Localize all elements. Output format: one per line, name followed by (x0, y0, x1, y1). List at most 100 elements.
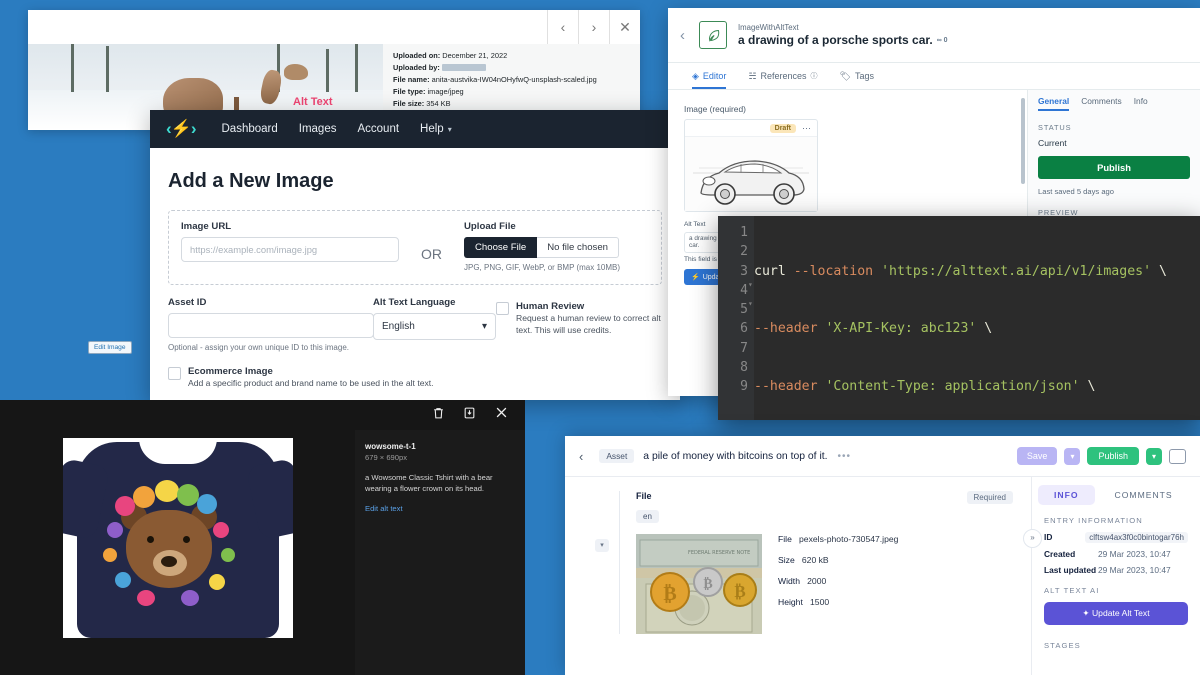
line-number-gutter: 1 2 3 4 5 6 7 8 9 (718, 216, 754, 420)
info-value[interactable]: clftsw4ax3f0c0bintogar76h (1085, 532, 1188, 543)
next-media-button[interactable]: › (578, 10, 609, 44)
meta-height: Height 1500 (778, 597, 898, 607)
info-key: Created (1044, 549, 1076, 559)
code-editor: 1 2 3 4 5 6 7 8 9 ▾ ▾ curl --location 'h… (718, 216, 1200, 420)
chevron-down-icon: ▾ (447, 125, 452, 134)
nav-item-images[interactable]: Images (299, 123, 337, 135)
fold-marker[interactable]: ▾ (748, 299, 753, 308)
last-saved-text: Last saved 5 days ago (1038, 187, 1114, 196)
page-title: Add a New Image (168, 170, 334, 192)
publish-button[interactable]: Publish (1087, 447, 1139, 465)
tag-icon: 🏷 (839, 70, 851, 81)
expand-sidebar-icon[interactable]: » (1023, 529, 1042, 548)
info-key: ID (1044, 532, 1053, 542)
image-url-group: Image URL https://example.com/image.jpg (181, 221, 399, 262)
bear-eye-right (182, 536, 190, 543)
publish-button[interactable]: Publish (1038, 156, 1190, 179)
meta-key: Size (778, 555, 795, 565)
detail-label: File type: (393, 86, 426, 96)
file-field-group: Required File en ₿ ₿ ₿ FEDERAL RESERVE N… (619, 491, 1031, 634)
ecommerce-image-group[interactable]: Ecommerce Image Add a specific product a… (168, 366, 662, 389)
asset-actions-icon[interactable]: ⋯ (802, 123, 812, 134)
detail-value: image/jpeg (427, 86, 464, 96)
line-number: 6 (740, 321, 748, 337)
detail-label: File size: (393, 98, 425, 108)
save-button[interactable]: Save (1016, 447, 1058, 465)
meta-key: Height (778, 597, 803, 607)
flower-crown-petal (136, 590, 155, 606)
scrollbar[interactable] (1021, 98, 1025, 184)
choose-file-button[interactable]: Choose File (464, 237, 538, 258)
update-alt-text-button[interactable]: ✦ Update Alt Text (1044, 602, 1188, 625)
entry-info-id: ID clftsw4ax3f0c0bintogar76h (1044, 532, 1188, 543)
ecommerce-image-checkbox[interactable] (168, 367, 181, 380)
flower-crown-petal (208, 574, 225, 590)
tab-references[interactable]: ☵ References ⓘ (748, 63, 817, 89)
detail-uploaded-on: Uploaded on: December 21, 2022 (393, 50, 632, 62)
sidebar-tab-general[interactable]: General (1038, 96, 1069, 111)
metadata-row: Asset ID Optional - assign your own uniq… (168, 297, 662, 352)
tab-tags[interactable]: 🏷 Tags (840, 63, 874, 89)
file-picker[interactable]: Choose File No file chosen (464, 237, 620, 258)
nav-item-help[interactable]: Help ▾ (420, 123, 452, 135)
image-asset-card[interactable]: Draft ⋯ (684, 119, 818, 212)
trash-icon[interactable] (432, 406, 445, 425)
nav-item-dashboard[interactable]: Dashboard (222, 123, 278, 135)
asset-id-hint: Optional - assign your own unique ID to … (168, 343, 349, 352)
locale-chip[interactable]: en (636, 510, 659, 523)
human-review-checkbox[interactable] (496, 302, 509, 315)
main-nav: Dashboard Images Account Help ▾ (222, 123, 452, 135)
code-line-1: curl --location 'https://alttext.ai/api/… (754, 263, 1167, 279)
lightning-icon: ⚡ (691, 274, 700, 281)
line-number: 1 (740, 225, 748, 240)
back-icon[interactable]: ‹ (680, 27, 685, 44)
sparkle-icon: ✦ (1082, 608, 1090, 618)
detail-file-name: File name: anita-austvika-IW04nOHyfwQ-un… (393, 74, 632, 86)
ecommerce-image-description: Add a specific product and brand name to… (188, 378, 434, 388)
edit-alt-text-link[interactable]: Edit alt text (365, 504, 515, 513)
asset-id-input[interactable] (168, 313, 374, 338)
tab-editor[interactable]: ◈ Editor (692, 63, 726, 89)
code-content[interactable]: curl --location 'https://alttext.ai/api/… (754, 223, 1200, 420)
entry-info-last-updated: Last updated 29 Mar 2023, 10:47 (1044, 565, 1188, 575)
chevron-down-icon: ▾ (481, 321, 487, 332)
asset-body: ▾ Required File en ₿ ₿ ₿ FEDERAL RESERVE… (565, 477, 1200, 675)
status-current-label: Current (1038, 138, 1067, 148)
sidebar-tab-info[interactable]: INFO (1038, 485, 1095, 505)
publish-dropdown-icon[interactable]: ▾ (1145, 447, 1162, 465)
human-review-title: Human Review (516, 301, 585, 312)
sidebar-toggle-icon[interactable] (1169, 448, 1186, 464)
update-alt-text-label: Update Alt Text (1091, 608, 1150, 618)
flower-crown-petal (132, 486, 155, 508)
close-icon[interactable] (494, 405, 509, 425)
alt-text-language-select[interactable]: English ▾ (373, 313, 496, 340)
sidebar-tab-comments[interactable]: Comments (1081, 96, 1122, 111)
app-logo-icon[interactable]: ‹⚡› (166, 119, 196, 139)
sidebar-tab-comments[interactable]: COMMENTS (1099, 485, 1189, 505)
save-icon[interactable] (463, 406, 476, 425)
media-dimensions: 679 × 690px (365, 453, 408, 462)
flower-crown-petal (180, 590, 199, 606)
prev-media-button[interactable]: ‹ (547, 10, 578, 44)
entry-title: a drawing of a porsche sports car. ∞ 0 (738, 33, 948, 47)
human-review-group[interactable]: Human Review Request a human review to c… (496, 297, 662, 352)
edit-image-button[interactable]: Edit Image (88, 341, 132, 354)
sidebar-tabs: INFO COMMENTS (1032, 485, 1200, 505)
collapse-field-icon[interactable]: ▾ (595, 539, 609, 552)
line-number: 3 (740, 263, 748, 279)
app-top-navbar: ‹⚡› Dashboard Images Account Help ▾ (150, 110, 680, 148)
image-url-input[interactable]: https://example.com/image.jpg (181, 237, 399, 262)
sidebar-tab-info[interactable]: Info (1134, 96, 1148, 111)
porsche-drawing-image (685, 136, 817, 211)
save-dropdown-icon[interactable]: ▾ (1064, 447, 1081, 465)
back-icon[interactable]: ‹ (579, 449, 583, 464)
overflow-menu-icon[interactable]: ••• (838, 451, 852, 462)
flower-crown-petal (176, 484, 199, 506)
fold-marker[interactable]: ▾ (748, 280, 753, 289)
nav-item-account[interactable]: Account (357, 123, 399, 135)
file-metadata-list: File pexels-photo-730547.jpeg Size 620 k… (778, 534, 898, 634)
viewer-body: wowsome-t-1 679 × 690px a Wowsome Classi… (0, 430, 525, 675)
asset-id-label: Asset ID (168, 297, 207, 308)
info-value: 29 Mar 2023, 10:47 (1098, 565, 1171, 575)
close-icon[interactable]: ✕ (609, 10, 640, 44)
